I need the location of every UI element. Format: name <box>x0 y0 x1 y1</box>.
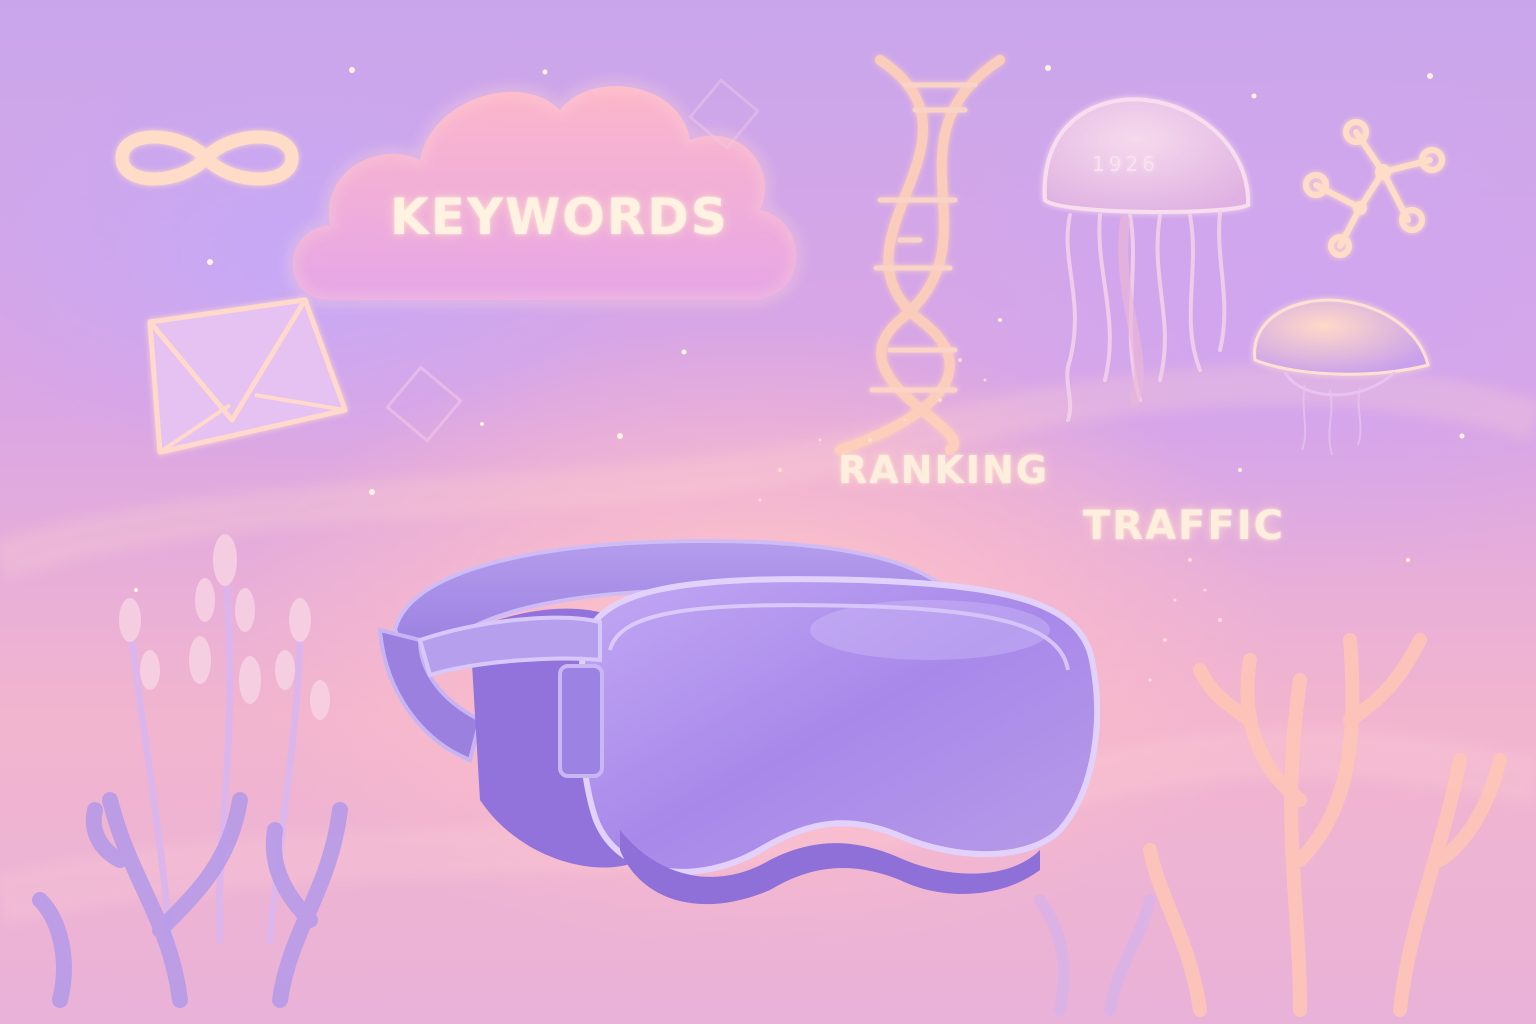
molecule-icon <box>1303 119 1445 258</box>
coral-icon <box>1034 894 1156 1016</box>
diamond-icon <box>385 365 463 443</box>
envelope-icon <box>147 297 348 455</box>
scene-artwork <box>0 55 1536 1017</box>
infinity-icon <box>115 130 299 186</box>
illustration-scene: 1926 KEYWORDS RANKING TRAFFIC <box>0 0 1536 1024</box>
dna-helix-icon <box>835 55 1005 455</box>
traffic-label: TRAFFIC <box>1083 503 1285 549</box>
coral-icon <box>1143 633 1507 1017</box>
keywords-label: KEYWORDS <box>390 188 729 246</box>
ranking-label: RANKING <box>838 448 1050 492</box>
jellyfish-number-label: 1926 <box>1092 152 1159 176</box>
